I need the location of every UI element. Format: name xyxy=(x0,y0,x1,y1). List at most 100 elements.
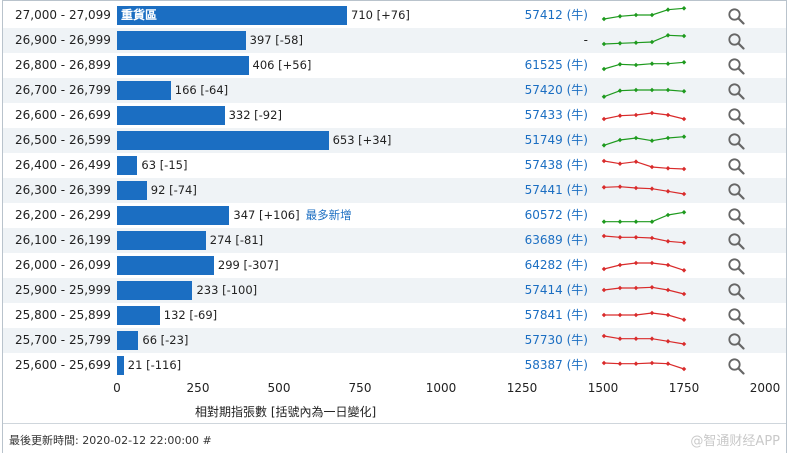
search-icon[interactable] xyxy=(727,7,745,25)
x-axis: 0 250 500 750 1000 1250 1500 1750 2000 相對期指張數 [括… xyxy=(3,378,786,422)
sparkline-line xyxy=(603,34,685,45)
bar xyxy=(117,81,171,100)
sparkline-point xyxy=(601,185,607,190)
x-axis-tick-label: 750 xyxy=(348,381,372,395)
bar xyxy=(117,181,147,200)
search-icon[interactable] xyxy=(727,232,745,250)
sparkline-point xyxy=(649,61,655,66)
sparkline xyxy=(601,333,687,347)
table-row: 26,400 - 26,499 63 [-15] 57438 (牛) xyxy=(3,153,786,178)
x-axis-tick-label: 1750 xyxy=(668,381,700,395)
bar xyxy=(117,156,138,175)
sparkline xyxy=(601,210,687,224)
bar xyxy=(117,106,225,125)
sparkline-point xyxy=(601,219,607,224)
sparkline-point xyxy=(649,235,655,241)
sparkline-point xyxy=(665,61,671,66)
bar-value-text: 92 [-74] xyxy=(150,183,197,197)
sparkline-point xyxy=(665,7,671,12)
search-icon[interactable] xyxy=(727,357,745,375)
warrant-code-link[interactable]: 51749 (牛) xyxy=(525,128,588,153)
sparkline xyxy=(601,310,687,322)
bar-value-text: 347 [+106] xyxy=(233,208,300,222)
sparkline-line xyxy=(603,7,685,20)
footer: 最後更新時間: 2020-02-12 22:00:00 # @智通财经APP xyxy=(3,423,786,454)
bar-value-label: 233 [-100] xyxy=(196,278,257,303)
warrant-code-link[interactable]: 63689 (牛) xyxy=(525,228,588,253)
search-icon[interactable] xyxy=(727,157,745,175)
bar-value-label: 66 [-23] xyxy=(142,328,188,353)
bar-value-label: 92 [-74] xyxy=(151,178,197,203)
bar-value-text: 166 [-64] xyxy=(174,83,229,97)
strike-range-label: 26,100 - 26,199 xyxy=(15,233,111,247)
bar xyxy=(117,306,160,325)
sparkline-point xyxy=(665,33,671,38)
sparkline-line xyxy=(603,235,685,244)
warrant-code-link[interactable]: 57441 (牛) xyxy=(525,178,588,203)
warrant-code-link[interactable]: 57420 (牛) xyxy=(525,78,588,103)
table-row: 25,800 - 25,899 132 [-69] 57841 (牛) xyxy=(3,303,786,328)
search-icon[interactable] xyxy=(727,132,745,150)
search-icon[interactable] xyxy=(727,282,745,300)
search-icon[interactable] xyxy=(727,32,745,50)
sparkline-point xyxy=(601,266,607,272)
table-row: 26,500 - 26,599 653 [+34] 51749 (牛) xyxy=(3,128,786,153)
warrant-code-link[interactable]: 64282 (牛) xyxy=(525,253,588,278)
sparkline-point xyxy=(681,210,687,215)
sparkline-point xyxy=(601,312,607,318)
table-row: 26,600 - 26,699 332 [-92] 57433 (牛) xyxy=(3,103,786,128)
warrant-code-link[interactable]: 58387 (牛) xyxy=(525,353,588,378)
sparkline-point xyxy=(617,137,623,143)
bar-value-label: 347 [+106] 最多新增 xyxy=(233,203,351,228)
warrant-code-link[interactable]: 61525 (牛) xyxy=(525,53,588,78)
search-icon[interactable] xyxy=(727,257,745,275)
sparkline-point xyxy=(665,189,671,194)
sparkline-line xyxy=(603,335,685,345)
sparkline-point xyxy=(649,360,655,366)
strike-range-label: 26,000 - 26,099 xyxy=(15,258,111,272)
table-row: 25,600 - 25,699 21 [-116] 58387 (牛) xyxy=(3,353,786,378)
warrant-code-link[interactable]: 57730 (牛) xyxy=(525,328,588,353)
strike-range-label: 27,000 - 27,099 xyxy=(15,8,111,22)
bar xyxy=(117,56,249,75)
sparkline-point xyxy=(633,62,639,68)
sparkline-point xyxy=(649,164,655,170)
search-icon[interactable] xyxy=(727,332,745,350)
sparkline-point xyxy=(601,66,607,72)
warrant-code-link[interactable]: 60572 (牛) xyxy=(525,203,588,228)
strike-range-label: 26,300 - 26,399 xyxy=(15,183,111,197)
search-icon[interactable] xyxy=(727,107,745,125)
sparkline xyxy=(601,110,687,122)
warrant-code-link[interactable]: 57414 (牛) xyxy=(525,278,588,303)
search-icon[interactable] xyxy=(727,207,745,225)
sparkline-point xyxy=(633,361,639,366)
sparkline-point xyxy=(665,361,671,366)
search-icon[interactable] xyxy=(727,57,745,75)
sparkline-line xyxy=(603,262,685,271)
search-icon[interactable] xyxy=(727,82,745,100)
warrant-code-link[interactable]: 57841 (牛) xyxy=(525,303,588,328)
sparkline-point xyxy=(601,116,607,122)
sparkline-point xyxy=(681,89,687,94)
sparkline-point xyxy=(649,87,655,93)
sparkline-line xyxy=(603,136,685,146)
sparkline-point xyxy=(617,62,623,67)
strike-range-label: 26,200 - 26,299 xyxy=(15,208,111,222)
warrant-code-empty: - xyxy=(583,33,588,47)
sparkline-point xyxy=(649,336,655,341)
sparkline-line xyxy=(603,160,685,170)
bar-value-text: 406 [+56] xyxy=(252,58,312,72)
bar-value-label: 63 [-15] xyxy=(141,153,187,178)
warrant-code-link[interactable]: 57412 (牛) xyxy=(525,3,588,28)
search-icon[interactable] xyxy=(727,307,745,325)
sparkline-point xyxy=(601,143,607,148)
search-icon[interactable] xyxy=(727,182,745,200)
sparkline-point xyxy=(681,341,687,347)
warrant-code-link[interactable]: 57438 (牛) xyxy=(525,153,588,178)
warrant-code-link[interactable]: 57433 (牛) xyxy=(525,103,588,128)
bar xyxy=(117,231,206,250)
bar-value-text: 710 [+76] xyxy=(351,8,410,22)
x-axis-tick-label: 1000 xyxy=(425,381,457,395)
sparkline-point xyxy=(617,235,623,240)
sparkline-point xyxy=(601,360,607,366)
